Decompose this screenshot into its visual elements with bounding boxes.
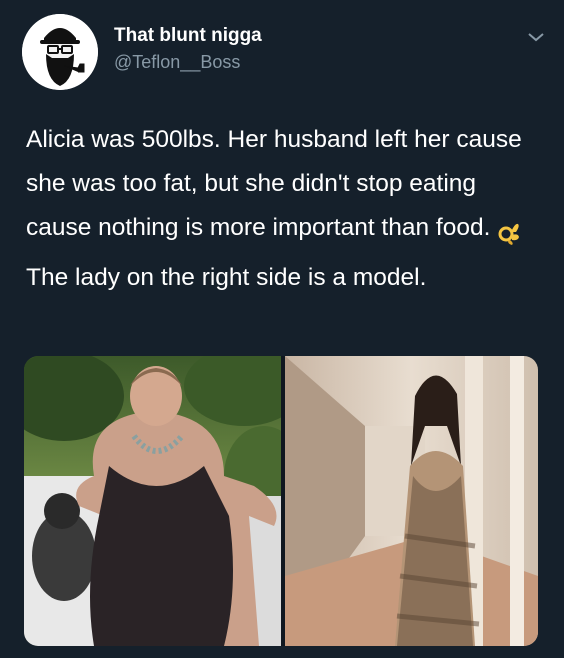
tweet-paragraph-text: Alicia was 500lbs. Her husband left her …: [26, 126, 522, 241]
photo-right[interactable]: [285, 356, 538, 646]
author-names: That blunt nigga @Teflon__Boss: [114, 25, 262, 74]
bearded-man-avatar-icon: [22, 14, 98, 90]
display-name[interactable]: That blunt nigga: [114, 25, 262, 47]
tweet-header: That blunt nigga @Teflon__Boss: [22, 14, 546, 90]
handle[interactable]: @Teflon__Boss: [114, 50, 262, 74]
tweet-paragraph: Alicia was 500lbs. Her husband left her …: [26, 118, 546, 250]
chevron-down-icon[interactable]: [526, 30, 546, 44]
photo-left[interactable]: [24, 356, 281, 646]
avatar[interactable]: [22, 14, 98, 90]
ok-hand-emoji-icon: [496, 216, 522, 245]
tweet-paragraph: The lady on the right side is a model.: [26, 264, 427, 291]
tweet-media[interactable]: [24, 356, 538, 646]
tweet-text: Alicia was 500lbs. Her husband left her …: [26, 118, 546, 300]
